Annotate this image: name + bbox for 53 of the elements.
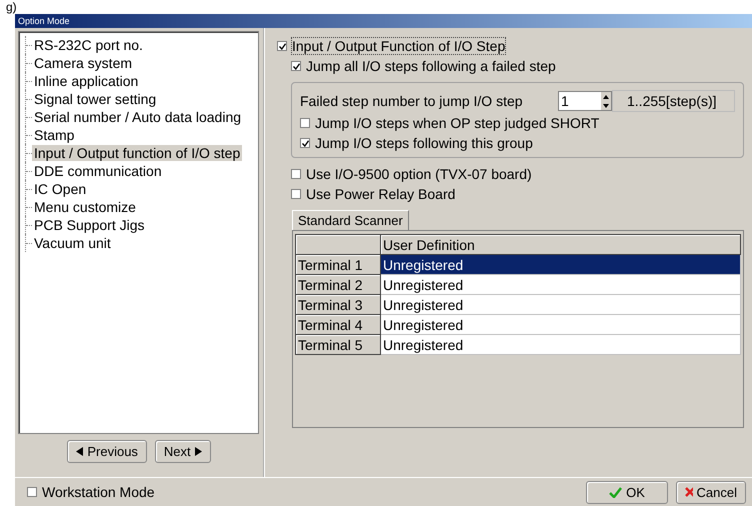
- checkbox[interactable]: [291, 189, 301, 199]
- tree-item[interactable]: Stamp: [32, 127, 76, 143]
- tree-item[interactable]: PCB Support Jigs: [32, 217, 146, 233]
- checkbox[interactable]: [291, 61, 301, 71]
- checkmark-icon: [609, 486, 622, 498]
- table-cell[interactable]: Unregistered: [380, 294, 740, 314]
- checkbox-label[interactable]: Input / Output Function of I/O Step: [292, 38, 506, 54]
- previous-button[interactable]: Previous: [67, 440, 147, 463]
- row-header[interactable]: Terminal 2: [296, 274, 380, 294]
- checkbox[interactable]: [277, 41, 287, 51]
- tree-item[interactable]: IC Open: [32, 181, 88, 197]
- tree-item[interactable]: Menu customize: [32, 199, 138, 215]
- left-triangle-icon: [76, 447, 84, 456]
- checkbox-label[interactable]: Jump I/O steps following this group: [315, 135, 533, 151]
- column-header[interactable]: User Definition: [380, 234, 740, 254]
- row-header[interactable]: Terminal 3: [296, 294, 380, 314]
- spin-up-icon[interactable]: [603, 94, 609, 98]
- spin-down-icon[interactable]: [603, 104, 609, 108]
- checkbox[interactable]: [27, 487, 37, 497]
- checkbox-label[interactable]: Workstation Mode: [42, 484, 155, 500]
- tree-item[interactable]: Camera system: [32, 55, 134, 71]
- table-cell[interactable]: Unregistered: [380, 314, 740, 334]
- next-button[interactable]: Next: [154, 440, 211, 463]
- close-icon: [685, 487, 693, 497]
- range-text: 1..255[step(s)]: [612, 90, 735, 112]
- row-header[interactable]: Terminal 1: [296, 254, 380, 274]
- table-cell[interactable]: Unregistered: [380, 334, 740, 354]
- tree-item[interactable]: DDE communication: [32, 163, 164, 179]
- page-text-fragment: g): [6, 0, 17, 14]
- field-label: Failed step number to jump I/O step: [300, 93, 524, 109]
- cancel-button[interactable]: Cancel: [676, 480, 746, 504]
- right-triangle-icon: [194, 447, 202, 456]
- row-header[interactable]: Terminal 5: [296, 334, 380, 354]
- table-cell[interactable]: Unregistered: [380, 254, 740, 274]
- checkbox[interactable]: [300, 138, 310, 148]
- checkbox[interactable]: [300, 118, 310, 128]
- tree-item[interactable]: Input / Output function of I/O step: [32, 145, 242, 161]
- tree-item[interactable]: RS-232C port no.: [32, 37, 145, 53]
- tree-item[interactable]: Vacuum unit: [32, 235, 113, 251]
- row-header[interactable]: Terminal 4: [296, 314, 380, 334]
- tree-item[interactable]: Serial number / Auto data loading: [32, 109, 244, 125]
- spin-box[interactable]: 1: [558, 91, 612, 111]
- table-cell[interactable]: Unregistered: [380, 274, 740, 294]
- tab[interactable]: Standard Scanner: [292, 210, 409, 230]
- checkbox-label[interactable]: Jump all I/O steps following a failed step: [306, 58, 556, 74]
- window-title: Option Mode: [18, 16, 70, 26]
- tree-item[interactable]: Signal tower setting: [32, 91, 158, 107]
- checkbox-label[interactable]: Use I/O-9500 option (TVX-07 board): [306, 166, 532, 182]
- checkbox[interactable]: [291, 169, 301, 179]
- checkbox-label[interactable]: Jump I/O steps when OP step judged SHORT: [315, 115, 600, 131]
- tree-item[interactable]: Inline application: [32, 73, 140, 89]
- checkbox-label[interactable]: Use Power Relay Board: [306, 186, 456, 202]
- ok-button[interactable]: OK: [586, 480, 668, 504]
